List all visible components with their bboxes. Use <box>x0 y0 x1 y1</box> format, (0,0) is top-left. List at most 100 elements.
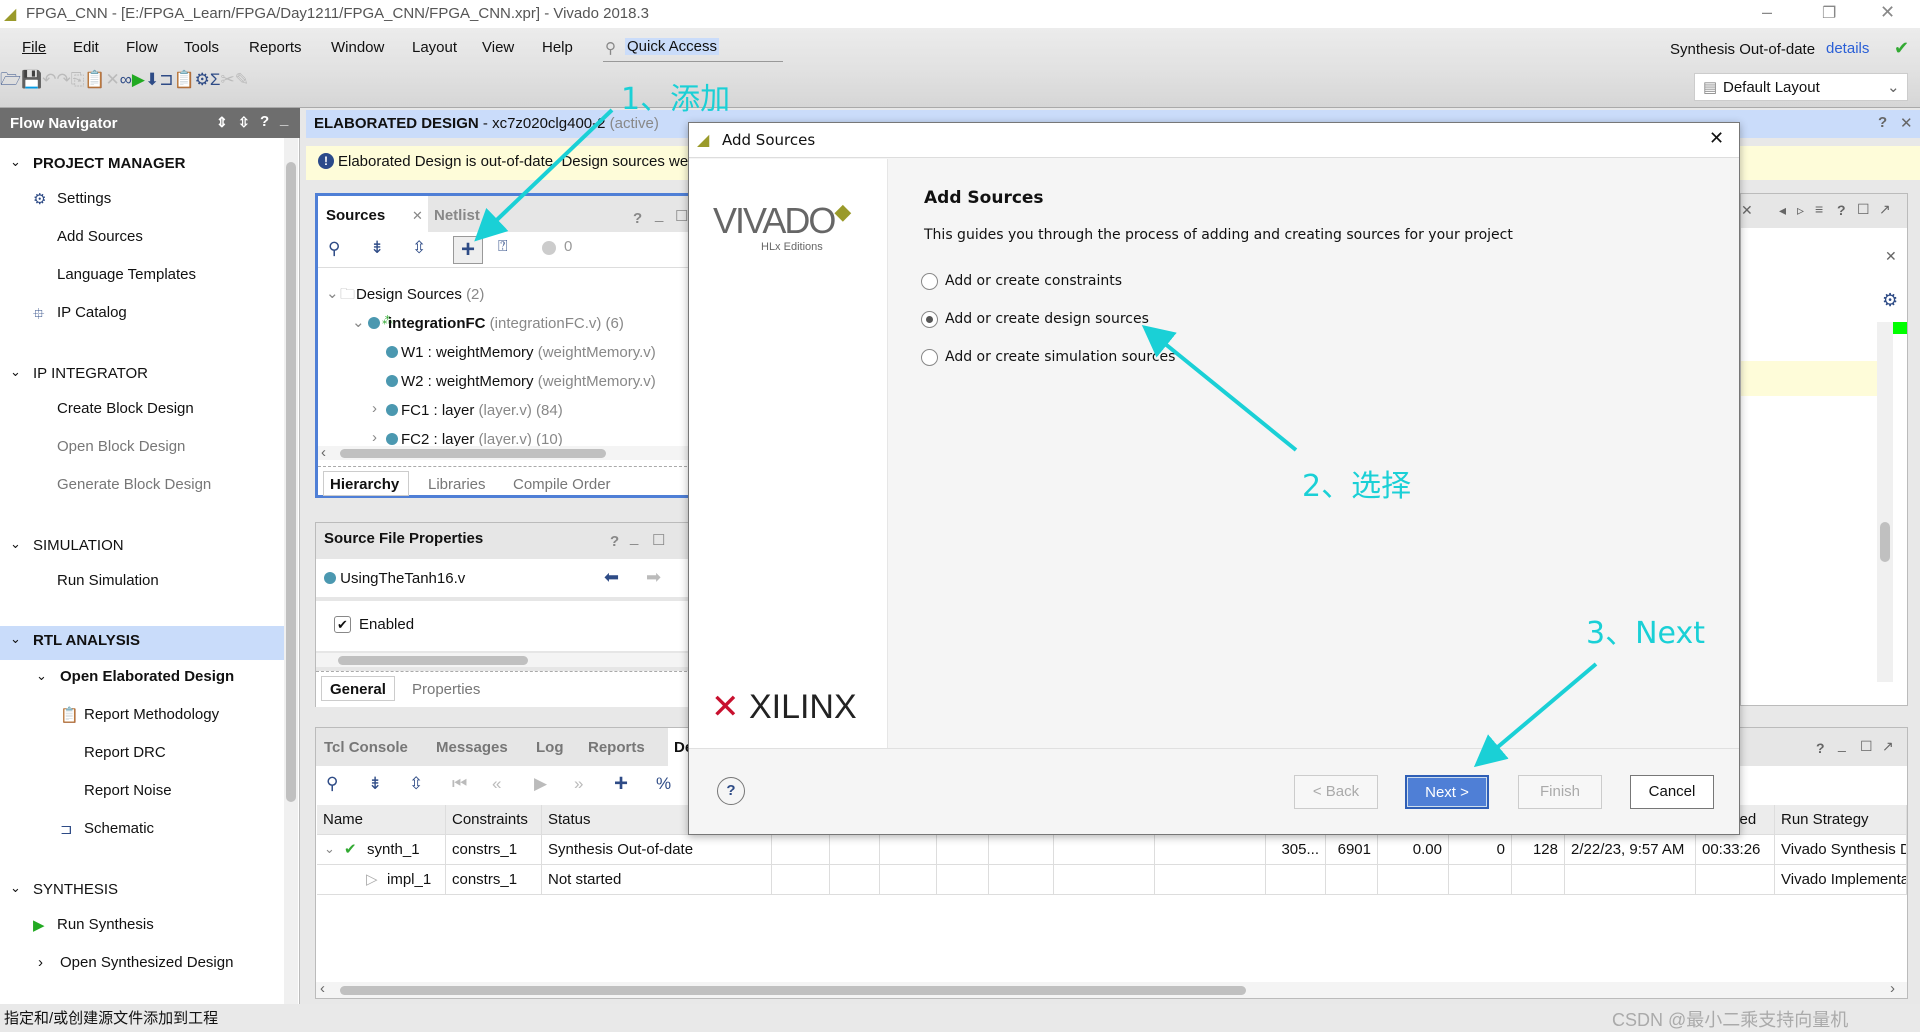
close-dialog-button[interactable]: ✕ <box>1709 128 1724 149</box>
delete-icon[interactable]: ✕ <box>106 70 120 89</box>
previous-icon[interactable]: « <box>492 774 501 794</box>
paste-icon[interactable]: 📋 <box>84 70 105 89</box>
tree-row[interactable]: ⌄ ⁂ integrationFC (integrationFC.v) (6) <box>318 311 692 337</box>
chevron-down-icon[interactable]: ⌄ <box>10 631 21 647</box>
disabled-icon2[interactable]: ✎ <box>235 70 249 89</box>
menu-edit[interactable]: Edit <box>73 39 99 56</box>
maximize-icon[interactable]: ☐ <box>1860 738 1873 755</box>
nav-item-open-elaborated-design[interactable]: Open Elaborated Design <box>60 668 234 685</box>
back-arrow-icon[interactable]: ⬅ <box>604 567 619 588</box>
tab-reports[interactable]: Reports <box>588 739 645 756</box>
chevron-down-icon[interactable]: ⌄ <box>36 668 47 684</box>
expand-icon[interactable]: ⇳ <box>238 114 250 131</box>
nav-item-report-drc[interactable]: Report DRC <box>84 744 166 761</box>
tab-log[interactable]: Log <box>536 739 564 756</box>
radio-button[interactable] <box>921 273 938 290</box>
nav-item-report-methodology[interactable]: Report Methodology <box>84 706 219 723</box>
menu-file[interactable]: File <box>22 39 46 56</box>
maximize-icon[interactable]: ☐ <box>652 531 665 549</box>
props-hscrollbar[interactable] <box>316 653 692 667</box>
help-icon[interactable]: ? <box>1837 202 1846 218</box>
nav-item-create-block-design[interactable]: Create Block Design <box>57 400 194 417</box>
scroll-left-icon[interactable]: ‹ <box>321 444 326 461</box>
menu-tools[interactable]: Tools <box>184 39 219 56</box>
scrollbar-thumb[interactable] <box>286 162 296 802</box>
nav-item-report-noise[interactable]: Report Noise <box>84 782 172 799</box>
nav-scrollbar[interactable] <box>284 138 298 1004</box>
chevron-down-icon[interactable]: ⌄ <box>10 154 21 170</box>
nav-section-synthesis[interactable]: SYNTHESIS <box>33 881 118 898</box>
collapse-all-icon[interactable]: ⇟ <box>370 238 384 258</box>
expand-icon[interactable]: ⌄ <box>324 841 335 857</box>
column-header[interactable]: Run Strategy <box>1775 805 1907 835</box>
schematic-icon[interactable]: ⊐ <box>159 70 173 89</box>
scroll-right-icon[interactable]: › <box>1890 980 1895 997</box>
expand-all-icon[interactable]: ⇳ <box>409 774 423 794</box>
nav-item-generate-block-design[interactable]: Generate Block Design <box>57 476 211 493</box>
expand-all-icon[interactable]: ⇳ <box>412 238 426 258</box>
tab-tcl-console[interactable]: Tcl Console <box>324 739 408 756</box>
nav-item-add-sources[interactable]: Add Sources <box>57 228 143 245</box>
menu-help[interactable]: Help <box>542 39 573 56</box>
save-icon[interactable]: 💾 <box>21 70 42 89</box>
binoculars-icon[interactable]: ∞ <box>120 70 132 89</box>
nav-section-simulation[interactable]: SIMULATION <box>33 537 124 554</box>
minimize-panel-icon[interactable]: _ <box>280 111 288 128</box>
minimize-icon[interactable]: _ <box>655 206 663 223</box>
menu-view[interactable]: View <box>482 39 514 56</box>
sources-hscrollbar[interactable]: ‹ <box>318 444 692 461</box>
tab-sources[interactable]: Sources ✕ <box>318 196 428 232</box>
search-icon[interactable]: ⚲ <box>326 774 338 794</box>
tree-row[interactable]: W2 : weightMemory (weightMemory.v) <box>318 369 692 395</box>
help-button[interactable]: ? <box>717 777 745 805</box>
radio-button-selected[interactable] <box>921 311 938 328</box>
tree-row[interactable]: › FC1 : layer (layer.v) (84) <box>318 398 692 424</box>
expand-icon[interactable]: ▷ <box>366 870 378 888</box>
previous-icon[interactable]: ◂ <box>1779 202 1786 219</box>
nav-item-open-block-design[interactable]: Open Block Design <box>57 438 185 455</box>
tab-compile-order[interactable]: Compile Order <box>513 476 611 493</box>
finish-button[interactable]: Finish <box>1518 775 1602 809</box>
chevron-down-icon[interactable]: ⌄ <box>10 364 21 380</box>
close-icon[interactable]: ✕ <box>1885 248 1897 265</box>
nav-section-rtl-analysis[interactable]: RTL ANALYSIS <box>33 632 140 649</box>
undo-icon[interactable]: ↶ <box>42 70 56 89</box>
disabled-icon[interactable]: ✂ <box>220 70 234 89</box>
collapse-all-icon[interactable]: ⇕ <box>216 114 228 131</box>
minimize-icon[interactable]: _ <box>630 529 638 546</box>
restore-button[interactable]: ❐ <box>1822 3 1836 23</box>
chevron-down-icon[interactable]: ⌄ <box>10 536 21 552</box>
percent-icon[interactable]: % <box>656 774 671 794</box>
chevron-right-icon[interactable]: › <box>38 954 43 971</box>
close-tab-icon[interactable]: ✕ <box>412 208 423 224</box>
console-hscrollbar[interactable]: ‹ › <box>316 980 1907 998</box>
help-icon[interactable]: ? <box>633 210 642 227</box>
tab-properties[interactable]: Properties <box>412 681 480 698</box>
scrollbar-thumb[interactable] <box>340 449 606 458</box>
quick-access-input[interactable]: ⚲ Quick Access <box>603 34 783 62</box>
report-icon[interactable]: 📋 <box>174 70 195 89</box>
open-project-icon[interactable]: 🗁 <box>0 70 21 89</box>
run-icon[interactable]: ▶ <box>132 70 145 89</box>
tab-general[interactable]: General <box>321 676 395 701</box>
minimize-icon[interactable]: _ <box>1838 736 1846 752</box>
close-icon[interactable]: ✕ <box>1900 114 1913 132</box>
scrollbar-thumb[interactable] <box>340 986 1246 995</box>
scroll-left-icon[interactable]: ‹ <box>320 980 325 997</box>
chevron-icon[interactable]: › <box>372 400 377 417</box>
column-header[interactable]: Name <box>317 805 446 835</box>
next-icon[interactable]: » <box>574 774 583 794</box>
menu-flow[interactable]: Flow <box>126 39 158 56</box>
add-run-icon[interactable]: + <box>614 770 628 798</box>
radio-button[interactable] <box>921 349 938 366</box>
close-window-button[interactable]: ✕ <box>1880 2 1895 23</box>
gear-icon[interactable]: ⚙ <box>1882 290 1898 311</box>
next-button[interactable]: Next > <box>1405 775 1489 809</box>
layout-select[interactable]: ▤ Default Layout ⌄ <box>1694 73 1908 101</box>
nav-item-ip-catalog[interactable]: IP Catalog <box>57 304 127 321</box>
column-header[interactable]: Constraints <box>446 805 542 835</box>
search-icon[interactable]: ⚲ <box>328 239 340 259</box>
next-icon[interactable]: ▹ <box>1797 202 1804 219</box>
float-icon[interactable]: ↗ <box>1882 738 1894 755</box>
first-icon[interactable]: ⏮ <box>452 774 467 794</box>
